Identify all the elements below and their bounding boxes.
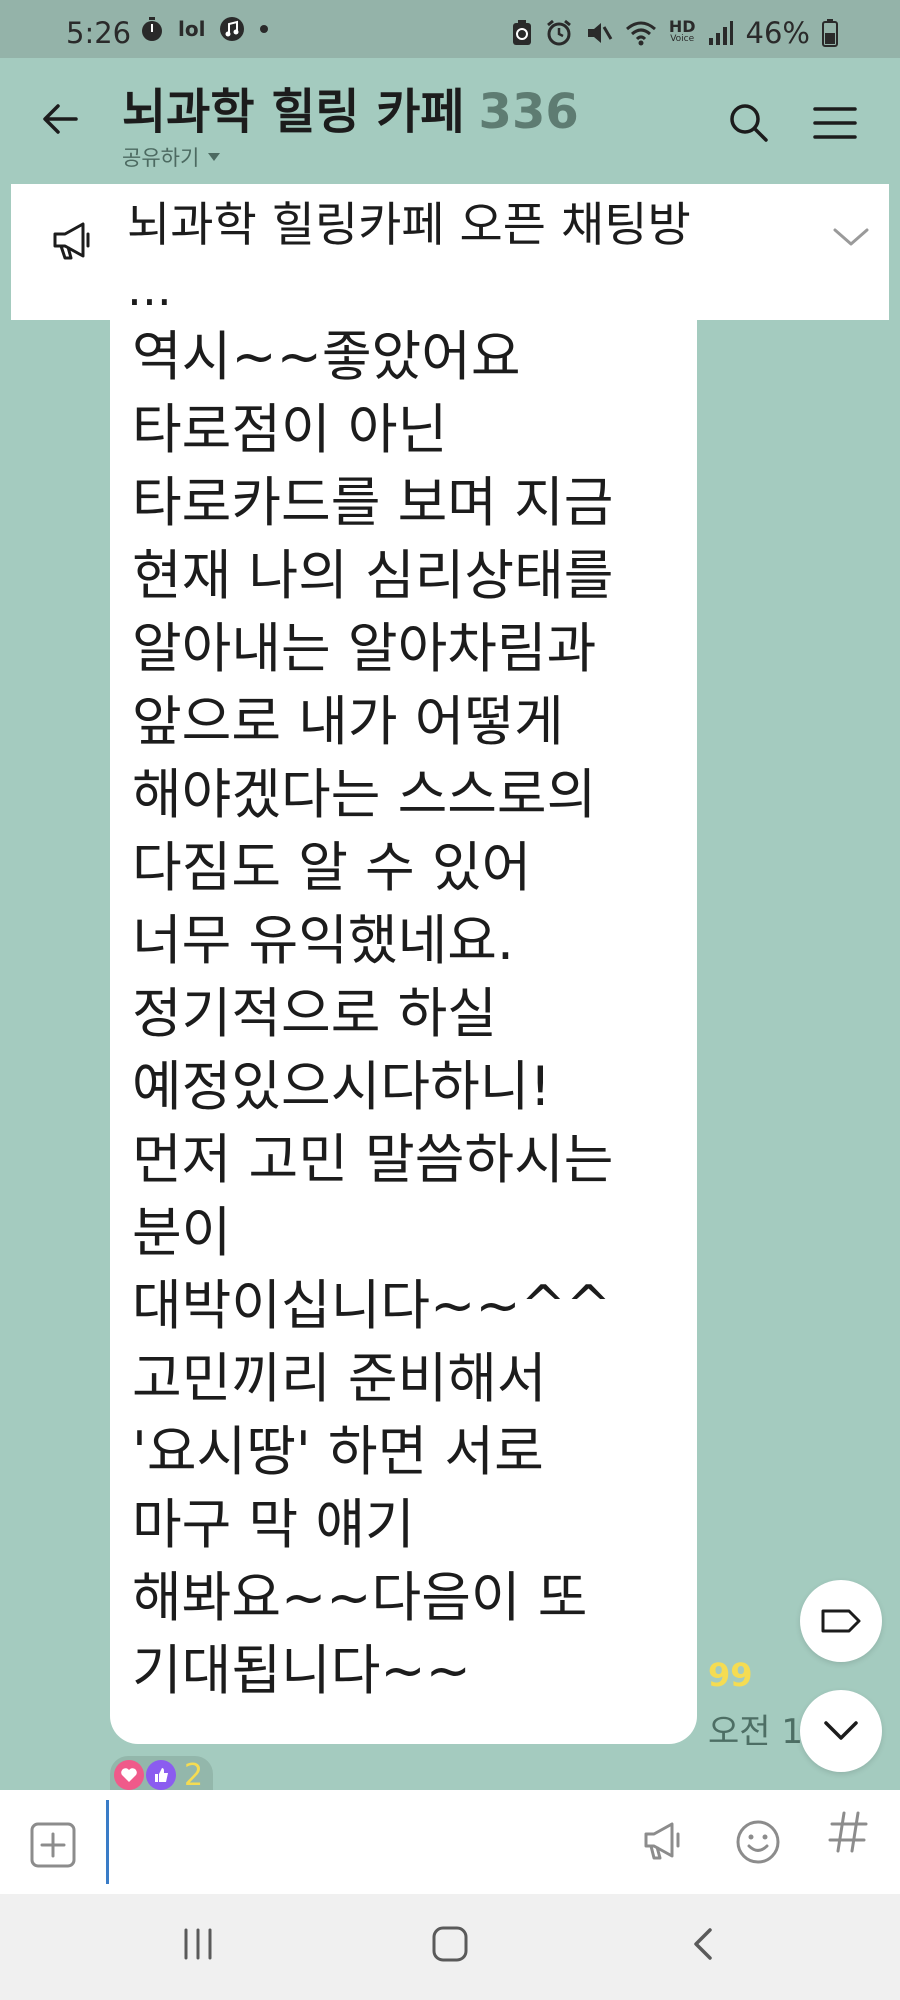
recent-apps-icon [184, 1928, 212, 1960]
hashtag-icon [828, 1811, 868, 1853]
unread-count: 99 [708, 1656, 753, 1694]
reaction-count: 2 [184, 1757, 204, 1793]
timer-icon [140, 16, 164, 42]
home-button[interactable] [430, 1924, 470, 1968]
message-time: 오전 1 [708, 1712, 803, 1752]
scroll-down-button[interactable] [800, 1690, 882, 1772]
home-icon [432, 1926, 468, 1962]
megaphone-icon [49, 220, 95, 266]
cell-signal-icon [708, 20, 734, 46]
signal-lol-icon: lol [178, 17, 206, 41]
chat-title: 뇌과학 힐링 카페 [122, 84, 465, 140]
voice-label: Voice [670, 34, 695, 44]
recycle-icon [511, 19, 533, 47]
share-label: 공유하기 [122, 146, 200, 170]
thumbs-up-reaction-icon [146, 1760, 176, 1790]
status-time: 5:26 [66, 16, 132, 50]
wifi-icon [625, 20, 657, 46]
menu-button[interactable] [810, 98, 860, 148]
share-button[interactable]: 공유하기 [122, 142, 221, 172]
search-button[interactable] [724, 98, 774, 148]
alarm-icon [545, 19, 573, 47]
smiley-icon [736, 1820, 780, 1864]
search-icon [730, 104, 768, 142]
recent-apps-button[interactable] [180, 1926, 216, 1966]
battery-percent: 46% [745, 16, 810, 50]
caret-down-icon [208, 153, 221, 161]
system-nav-bar [0, 1894, 900, 2000]
chat-title-area[interactable]: 뇌과학 힐링 카페 336 [122, 72, 579, 142]
add-attachment-button[interactable] [30, 1822, 76, 1872]
mute-icon [585, 19, 613, 47]
notice-banner[interactable]: 뇌과학 힐링카페 오픈 채팅방 ... [11, 184, 889, 320]
message-input[interactable] [112, 1810, 616, 1876]
hashtag-button[interactable] [828, 1808, 868, 1868]
notice-text: 뇌과학 힐링카페 오픈 채팅방 ... [127, 198, 691, 317]
plus-square-icon [30, 1822, 76, 1868]
emoji-button[interactable] [734, 1818, 782, 1870]
status-bar: 5:26 lol HD Voice 46% [0, 0, 900, 58]
music-icon [219, 16, 245, 42]
message-bubble[interactable]: 역시~~좋았어요 타로점이 아닌 타로카드를 보며 지금 현재 나의 심리상태를… [110, 320, 697, 1744]
heart-reaction-icon [114, 1760, 144, 1790]
chevron-left-icon [694, 1928, 712, 1960]
megaphone-icon [644, 1822, 680, 1860]
nav-back-button[interactable] [684, 1924, 724, 1968]
text-cursor [106, 1800, 109, 1884]
status-right-icons: HD Voice 46% [511, 16, 838, 50]
hd-voice-icon: HD Voice [668, 17, 696, 45]
chevron-down-icon[interactable] [829, 224, 873, 256]
member-count: 336 [478, 84, 579, 140]
tag-icon [821, 1609, 861, 1633]
status-left-icons: lol [140, 16, 269, 42]
chevron-down-icon [824, 1721, 858, 1740]
arrow-left-icon [43, 104, 78, 134]
battery-icon [822, 19, 838, 47]
broadcast-button[interactable] [640, 1818, 686, 1868]
back-button[interactable] [36, 94, 86, 144]
reaction-badge[interactable]: 2 [110, 1756, 214, 1793]
notification-dot-icon [259, 24, 269, 34]
hamburger-menu-icon [813, 107, 857, 139]
tag-button[interactable] [800, 1580, 882, 1662]
message-input-bar [0, 1790, 900, 1894]
message-text: 역시~~좋았어요 타로점이 아닌 타로카드를 보며 지금 현재 나의 심리상태를… [132, 325, 614, 1702]
chat-header: 뇌과학 힐링 카페 336 공유하기 [0, 58, 900, 178]
hd-label: HD [668, 17, 696, 36]
